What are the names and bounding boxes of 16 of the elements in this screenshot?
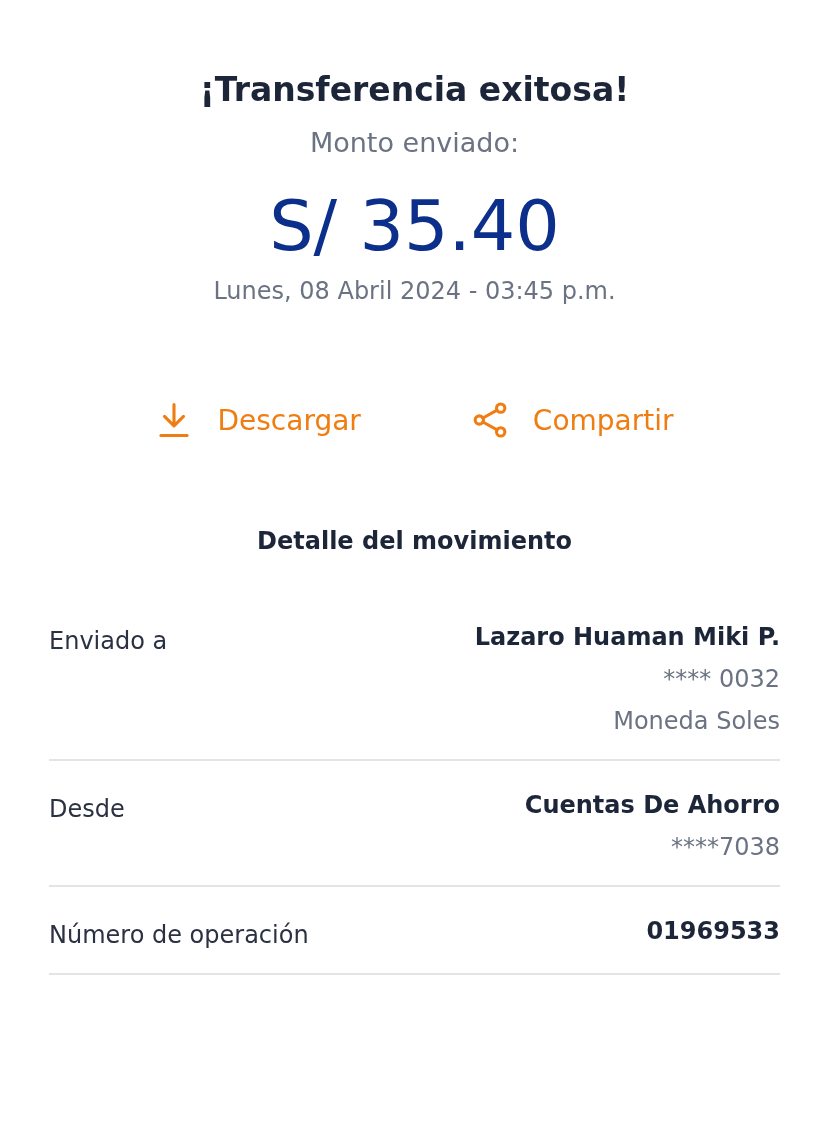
transfer-date: Lunes, 08 Abril 2024 - 03:45 p.m. [213, 277, 616, 305]
detail-value: ****7038 [670, 833, 780, 861]
amount-label: Monto enviado: [309, 127, 520, 158]
amount-value: S/ 35.40 [269, 188, 560, 265]
detail-value: **** 0032 [663, 665, 780, 693]
download-button[interactable]: Descargar [155, 401, 361, 439]
detail-label: Número de operación [49, 920, 309, 949]
detail-value: Lazaro Huaman Miki P. [474, 623, 780, 651]
section-heading: Detalle del movimiento [257, 527, 572, 555]
detail-value: Moneda Soles [613, 707, 780, 735]
detail-value: Cuentas De Ahorro [524, 791, 780, 819]
detail-label: Enviado a [49, 626, 168, 657]
share-button[interactable]: Compartir [470, 401, 674, 439]
success-title: ¡Transferencia exitosa! [199, 70, 630, 109]
detail-label: Desde [49, 794, 125, 825]
detail-value: 01969533 [646, 917, 780, 945]
